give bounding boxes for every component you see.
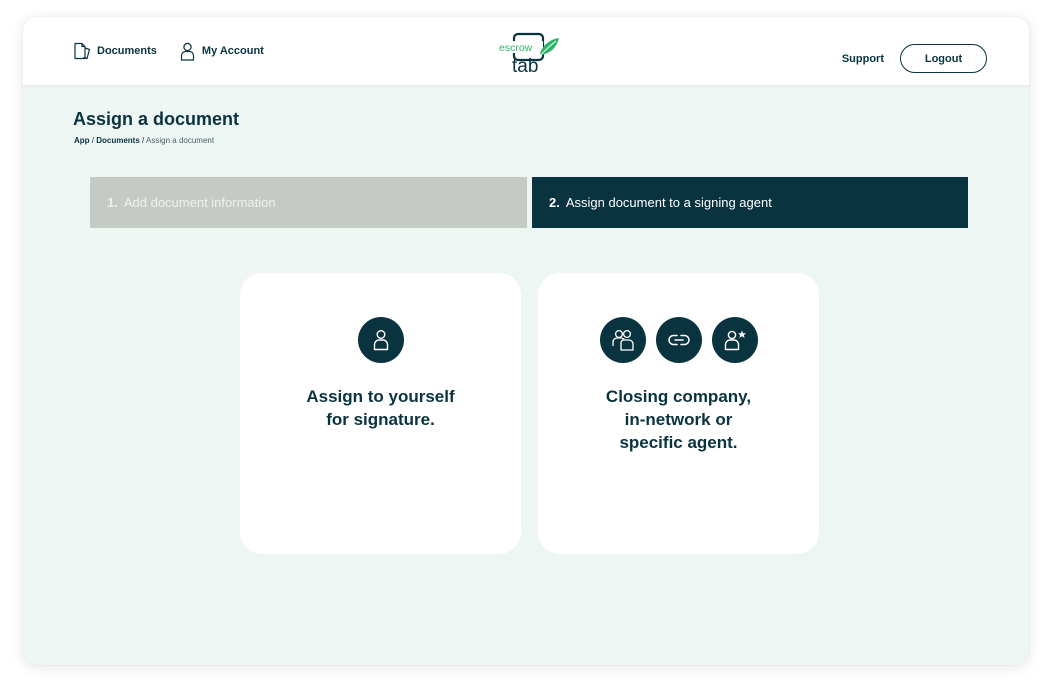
card-icon-row xyxy=(538,317,819,363)
user-star-icon xyxy=(711,317,758,363)
step-label: Assign document to a signing agent xyxy=(565,195,772,210)
nav-documents-link[interactable]: Documents xyxy=(73,42,157,60)
users-group-icon xyxy=(599,317,646,363)
top-navigation-bar: Documents My Account escrow tab Support … xyxy=(23,17,1029,85)
user-icon xyxy=(180,42,195,61)
step-label: Add document information xyxy=(123,195,276,210)
assign-to-yourself-card[interactable]: Assign to yourself for signature. xyxy=(240,273,521,554)
support-link[interactable]: Support xyxy=(842,53,884,65)
secondary-nav: Support Logout xyxy=(842,44,987,73)
card-description: Assign to yourself for signature. xyxy=(306,387,455,429)
logo-mark-icon: escrow tab xyxy=(499,32,559,77)
step-progress: 1. Add document information 2. Assign do… xyxy=(90,177,968,228)
step-number: 2. xyxy=(549,195,560,210)
escrowtab-logo[interactable]: escrow tab xyxy=(497,31,561,77)
app-window: Documents My Account escrow tab Support … xyxy=(23,17,1029,665)
breadcrumb: App / Documents / Assign a document xyxy=(74,136,214,145)
nav-my-account-link[interactable]: My Account xyxy=(179,42,264,61)
step-number: 1. xyxy=(107,195,118,210)
step-add-document-information[interactable]: 1. Add document information xyxy=(90,177,527,228)
step-assign-signing-agent[interactable]: 2. Assign document to a signing agent xyxy=(532,177,968,228)
breadcrumb-current: Assign a document xyxy=(146,136,215,145)
logo-word-top: escrow xyxy=(499,42,533,54)
user-icon xyxy=(357,317,404,363)
assign-to-agent-card[interactable]: Closing company, in-network or specific … xyxy=(538,273,819,554)
card-description: Closing company, in-network or specific … xyxy=(605,387,752,452)
nav-documents-label: Documents xyxy=(97,45,157,57)
logout-button[interactable]: Logout xyxy=(900,44,987,73)
nav-my-account-label: My Account xyxy=(201,45,264,57)
page-title: Assign a document xyxy=(73,109,240,129)
logo-word-bottom: tab xyxy=(512,56,538,77)
primary-nav: Documents My Account xyxy=(73,17,264,85)
breadcrumb-documents-link[interactable]: Documents xyxy=(96,136,140,145)
documents-icon xyxy=(74,42,91,60)
breadcrumb-app-link[interactable]: App xyxy=(74,136,90,145)
link-icon xyxy=(655,317,702,363)
card-icon-row xyxy=(240,317,521,363)
